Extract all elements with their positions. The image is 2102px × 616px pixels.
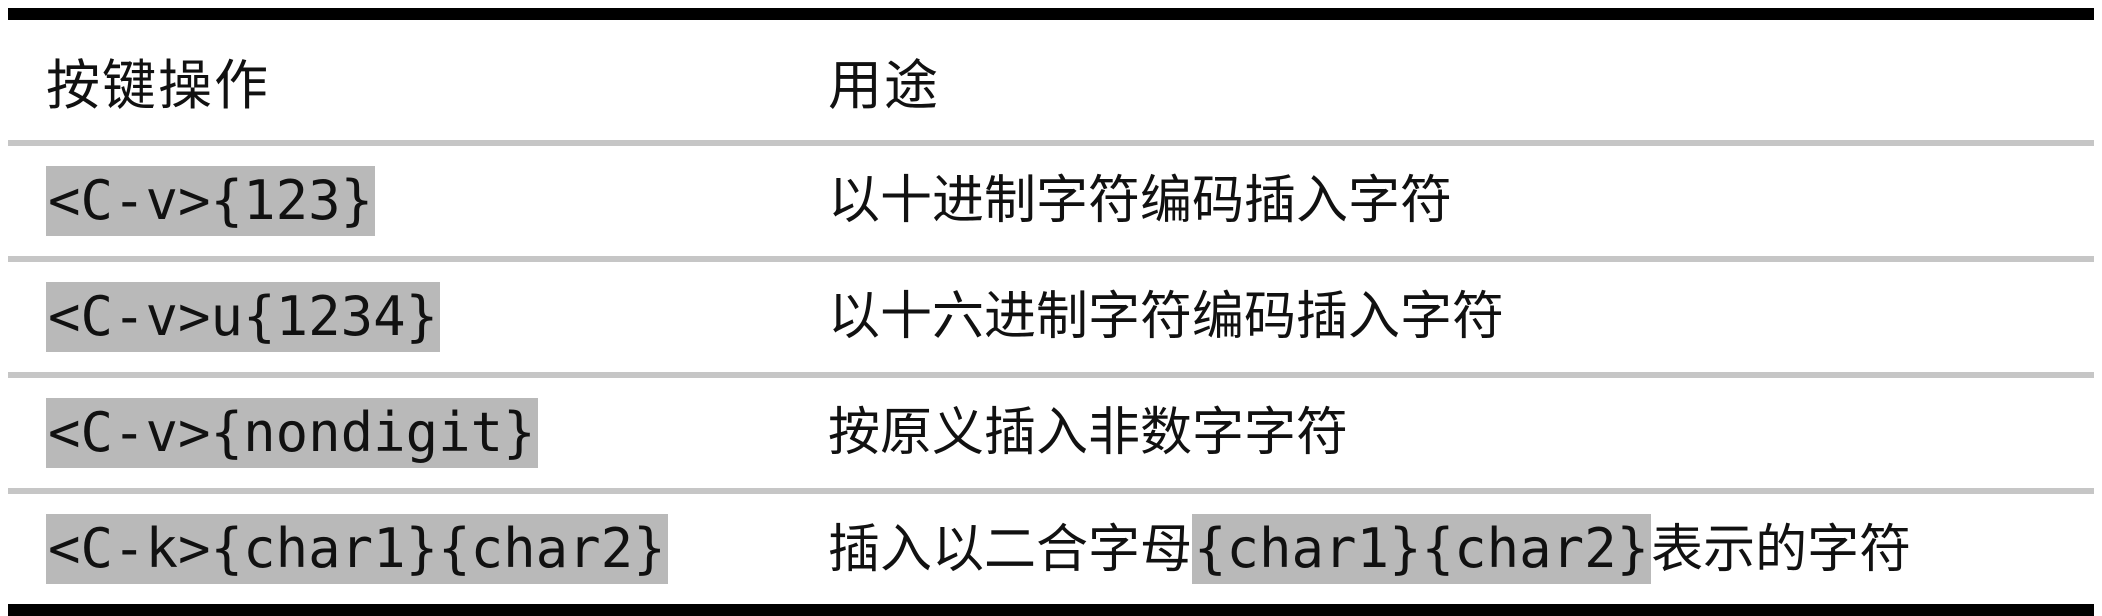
usage-inline-code: {char1}{char2}: [1192, 513, 1652, 584]
key-combo: <C-v>u{1234}: [46, 282, 441, 352]
usage-description: 以十六进制字符编码插入字符: [828, 287, 1505, 347]
usage-description: 以十进制字符编码插入字符: [828, 171, 1453, 231]
table-row: <C-v>u{1234} 以十六进制字符编码插入字符: [8, 262, 2094, 378]
key-combo: <C-v>{nondigit}: [46, 398, 538, 468]
table-bottom-rule: [8, 604, 2094, 616]
header-key-operation: 按键操作: [46, 53, 270, 117]
usage-description: 按原义插入非数字字符: [828, 403, 1349, 463]
usage-text-before: 插入以二合字母: [828, 519, 1193, 580]
shortcut-table: 按键操作 用途 <C-v>{123} 以十进制字符编码插入字符 <C-v>u{1…: [8, 8, 2094, 616]
header-usage: 用途: [828, 53, 940, 117]
table-row: <C-k>{char1}{char2} 插入以二合字母{char1}{char2…: [8, 494, 2094, 604]
table-top-rule: [8, 8, 2094, 20]
table-row: <C-v>{nondigit} 按原义插入非数字字符: [8, 378, 2094, 494]
key-combo: <C-v>{123}: [46, 166, 376, 236]
usage-text-after: 表示的字符: [1651, 519, 1912, 580]
usage-description: 插入以二合字母{char1}{char2}表示的字符: [828, 513, 1912, 585]
table-row: <C-v>{123} 以十进制字符编码插入字符: [8, 146, 2094, 262]
table-header-row: 按键操作 用途: [8, 20, 2094, 146]
key-combo: <C-k>{char1}{char2}: [46, 514, 668, 584]
